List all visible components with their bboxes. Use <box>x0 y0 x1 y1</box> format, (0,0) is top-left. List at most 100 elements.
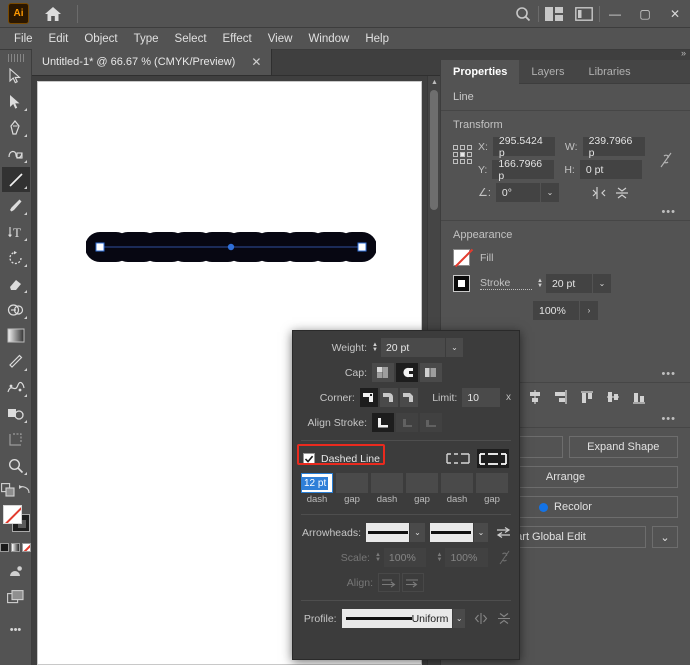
maximize-button[interactable]: ▢ <box>630 3 660 25</box>
align-stroke-outside-icon[interactable] <box>420 413 442 432</box>
fill-swatch[interactable] <box>453 249 470 266</box>
stroke-label[interactable]: Stroke <box>480 277 532 290</box>
pen-tool[interactable] <box>2 115 30 140</box>
close-icon[interactable]: ✕ <box>251 55 261 69</box>
gap-field-2[interactable] <box>406 473 438 493</box>
dash-field-1[interactable]: 12 pt <box>301 473 333 493</box>
align-vertical-center-icon[interactable] <box>605 389 621 405</box>
global-edit-options-caret[interactable]: ⌄ <box>652 526 678 548</box>
document-tab[interactable]: Untitled-1* @ 66.67 % (CMYK/Preview) ✕ <box>32 49 273 75</box>
tab-libraries[interactable]: Libraries <box>576 60 642 84</box>
transform-more-options[interactable]: ••• <box>441 204 690 220</box>
align-stroke-inside-icon[interactable] <box>396 413 418 432</box>
align-vertical-bottom-icon[interactable] <box>631 389 647 405</box>
align-horizontal-center-icon[interactable] <box>527 389 543 405</box>
direct-selection-tool[interactable] <box>2 89 30 114</box>
align-horizontal-right-icon[interactable] <box>553 389 569 405</box>
arrowhead-end-chevron-icon[interactable]: ⌄ <box>473 523 488 542</box>
menu-window[interactable]: Window <box>300 31 357 47</box>
artboard-tool[interactable] <box>2 427 30 452</box>
refpoint-cell[interactable] <box>460 145 465 150</box>
menu-file[interactable]: File <box>6 31 41 47</box>
expand-shape-button[interactable]: Expand Shape <box>568 436 678 458</box>
refpoint-cell[interactable] <box>467 159 472 164</box>
selection-tool[interactable] <box>2 63 30 88</box>
gradient-button[interactable] <box>11 543 20 552</box>
screen-mode-button[interactable] <box>2 558 30 583</box>
menu-effect[interactable]: Effect <box>215 31 260 47</box>
swap-arrowheads-icon[interactable] <box>496 526 511 539</box>
search-icon[interactable] <box>508 0 538 28</box>
gradient-tool[interactable] <box>2 323 30 348</box>
chevron-down-icon[interactable]: ⌄ <box>540 183 559 202</box>
refpoint-cell[interactable] <box>453 159 458 164</box>
weight-stepper[interactable]: ▲ ▼ <box>372 342 378 353</box>
close-button[interactable]: ✕ <box>660 3 690 25</box>
stroke-weight-stepper[interactable]: ▲ ▼ <box>537 278 543 289</box>
type-tool[interactable]: T <box>2 219 30 244</box>
menu-select[interactable]: Select <box>167 31 215 47</box>
gap-field-3[interactable] <box>476 473 508 493</box>
refpoint-cell[interactable] <box>453 152 458 157</box>
menu-help[interactable]: Help <box>357 31 397 47</box>
refpoint-cell[interactable] <box>467 145 472 150</box>
expand-panels-icon[interactable]: » <box>681 48 686 58</box>
opacity-options-arrow[interactable]: › <box>580 301 598 320</box>
eyedropper-tool[interactable] <box>2 349 30 374</box>
refpoint-cell-center[interactable] <box>460 152 465 157</box>
gap-field-1[interactable] <box>336 473 368 493</box>
eraser-tool[interactable] <box>2 271 30 296</box>
bevel-join-icon[interactable] <box>399 388 418 407</box>
blend-tool[interactable] <box>2 375 30 400</box>
round-join-icon[interactable] <box>379 388 398 407</box>
minimize-button[interactable]: — <box>600 3 630 25</box>
curvature-tool[interactable] <box>2 141 30 166</box>
profile-chevron-down-icon[interactable]: ⌄ <box>453 609 465 628</box>
refpoint-cell[interactable] <box>453 145 458 150</box>
scroll-up-icon[interactable]: ▲ <box>428 76 440 89</box>
change-screen-mode-icon[interactable] <box>2 584 30 609</box>
flip-profile-across-icon[interactable] <box>473 612 489 625</box>
scrollbar-thumb[interactable] <box>430 90 438 210</box>
arrange-documents-icon[interactable] <box>539 0 569 28</box>
miter-join-icon[interactable] <box>359 388 378 407</box>
dash-field-3[interactable] <box>441 473 473 493</box>
menu-edit[interactable]: Edit <box>41 31 77 47</box>
workspace-switcher-icon[interactable] <box>569 0 599 28</box>
tab-properties[interactable]: Properties <box>441 60 520 84</box>
toolbar-grip[interactable] <box>7 54 24 62</box>
refpoint-cell[interactable] <box>467 152 472 157</box>
color-button[interactable] <box>0 543 9 552</box>
shape-builder-tool[interactable] <box>2 297 30 322</box>
x-field[interactable]: 295.5424 p <box>492 135 555 159</box>
edit-toolbar-ellipsis[interactable]: ••• <box>2 617 30 642</box>
menu-type[interactable]: Type <box>126 31 167 47</box>
chevron-down-icon[interactable]: ⌄ <box>592 274 611 293</box>
arrowhead-start-field[interactable] <box>366 523 410 542</box>
projecting-cap-icon[interactable] <box>420 363 442 382</box>
shape-modes-icon[interactable] <box>0 483 16 497</box>
stroke-weight-field[interactable]: 20 pt <box>545 274 592 293</box>
line-segment-tool[interactable] <box>1 167 30 192</box>
rotate-tool[interactable] <box>2 245 30 270</box>
arrowhead-end-field[interactable] <box>429 523 473 542</box>
weight-chevron-down-icon[interactable]: ⌄ <box>445 338 463 357</box>
y-field[interactable]: 166.7966 p <box>492 158 555 182</box>
preserve-exact-dash-icon[interactable] <box>444 449 472 468</box>
reference-point-selector[interactable] <box>453 145 472 164</box>
menu-view[interactable]: View <box>260 31 301 47</box>
fill-and-stroke-indicator[interactable] <box>0 503 32 539</box>
round-cap-icon[interactable] <box>396 363 418 382</box>
menu-object[interactable]: Object <box>76 31 125 47</box>
tab-layers[interactable]: Layers <box>519 60 576 84</box>
flip-horizontal-icon[interactable] <box>591 186 607 200</box>
angle-field[interactable]: 0° <box>495 183 540 202</box>
align-vertical-top-icon[interactable] <box>579 389 595 405</box>
miter-limit-field[interactable]: 10 <box>462 388 501 407</box>
color-mode-buttons[interactable] <box>0 543 32 552</box>
align-dashes-to-corners-icon[interactable] <box>477 449 509 468</box>
weight-field[interactable]: 20 pt <box>380 338 445 357</box>
zoom-tool[interactable] <box>2 453 30 478</box>
align-stroke-center-icon[interactable] <box>372 413 394 432</box>
none-button[interactable] <box>22 543 31 552</box>
